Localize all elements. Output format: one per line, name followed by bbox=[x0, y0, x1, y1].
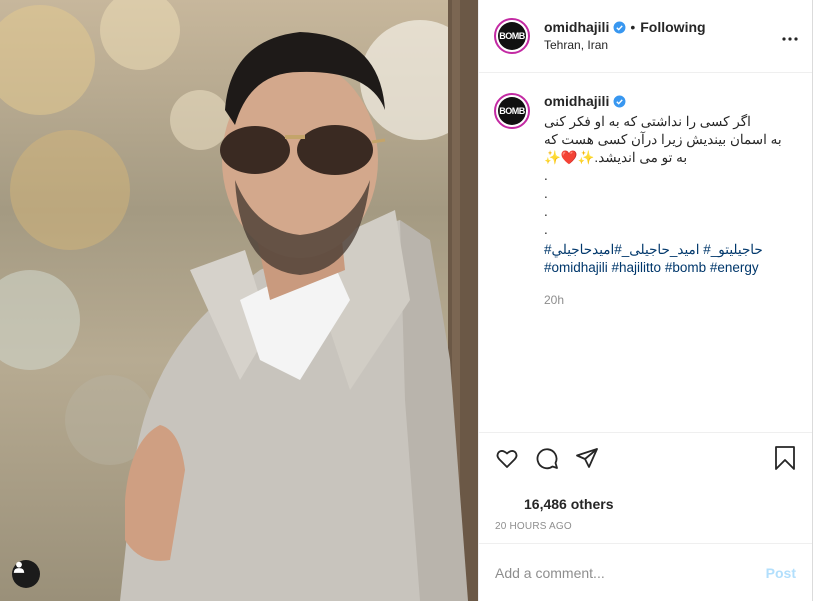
post-panel: BOMB omidhajili • Following Tehran, Iran… bbox=[478, 0, 813, 601]
post-header: BOMB omidhajili • Following Tehran, Iran bbox=[479, 0, 812, 73]
location-link[interactable]: Tehran, Iran bbox=[544, 36, 706, 54]
post-photo[interactable] bbox=[0, 0, 478, 601]
action-bar bbox=[479, 432, 812, 482]
comment-input[interactable] bbox=[495, 564, 766, 581]
caption-username-link[interactable]: omidhajili bbox=[544, 93, 609, 109]
separator-dot: • bbox=[630, 19, 636, 35]
heart-icon[interactable] bbox=[495, 446, 519, 470]
avatar-logo: BOMB bbox=[498, 22, 526, 50]
verified-badge-icon bbox=[613, 95, 626, 108]
caption-avatar[interactable]: BOMB bbox=[494, 93, 530, 129]
hashtags-english[interactable]: #omidhajili #hajilitto #bomb #energy bbox=[544, 259, 794, 277]
user-tag-button[interactable] bbox=[12, 560, 40, 588]
avatar[interactable]: BOMB bbox=[494, 18, 530, 54]
user-tag-icon bbox=[13, 561, 25, 573]
post-comment-button[interactable]: Post bbox=[766, 565, 796, 581]
comment-icon[interactable] bbox=[535, 446, 559, 470]
likes-count[interactable]: 16,486 others bbox=[524, 496, 614, 512]
share-icon[interactable] bbox=[575, 446, 599, 470]
bookmark-icon[interactable] bbox=[774, 445, 796, 470]
post-date[interactable]: 20 HOURS AGO bbox=[495, 521, 572, 532]
username-link[interactable]: omidhajili bbox=[544, 18, 609, 36]
caption-text: اگر کسی را نداشتی که به او فکر کنی به اس… bbox=[544, 114, 782, 237]
hashtags-persian[interactable]: #حاجیلیتو_# امید_حاجیلی_#امیدحاجیلي bbox=[544, 241, 794, 259]
more-options-icon[interactable] bbox=[782, 28, 798, 46]
following-button[interactable]: Following bbox=[640, 18, 705, 36]
verified-badge-icon bbox=[613, 21, 626, 34]
caption-avatar-logo: BOMB bbox=[498, 97, 526, 125]
caption-timestamp[interactable]: 20h bbox=[544, 293, 794, 307]
caption-area: BOMB omidhajili اگر کسی را نداشتی که به … bbox=[494, 93, 799, 307]
comment-bar: Post bbox=[479, 543, 812, 601]
